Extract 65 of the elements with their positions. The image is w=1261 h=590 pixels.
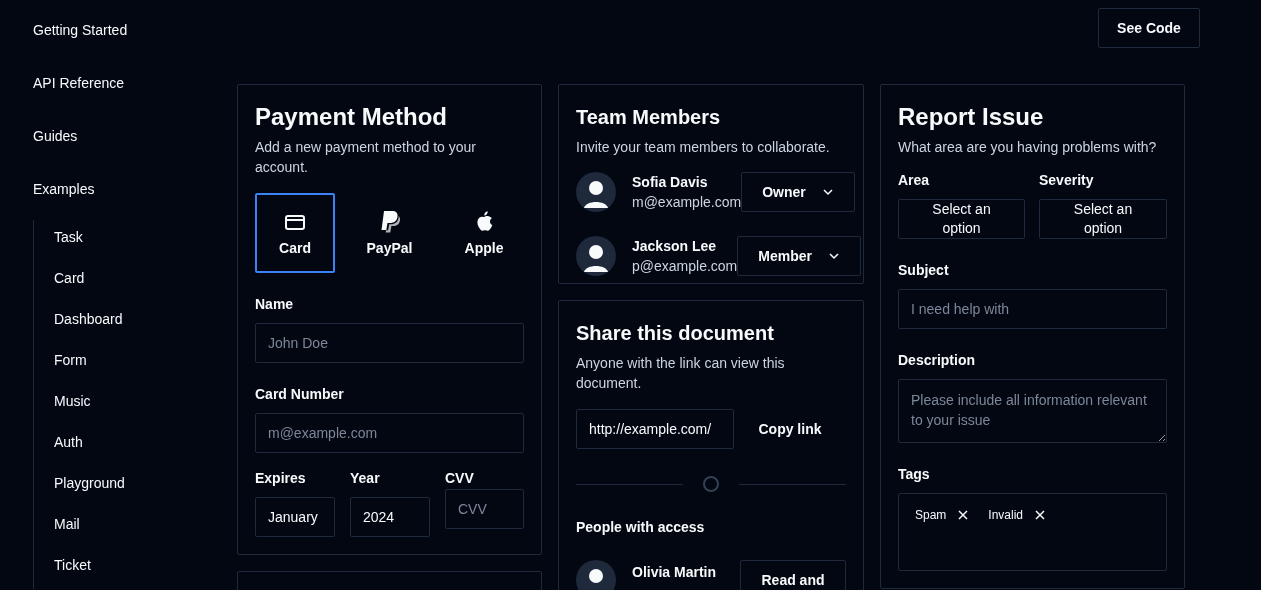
sidebar-sublink[interactable]: Playground <box>54 466 125 507</box>
chevron-down-icon <box>827 252 840 260</box>
role-dropdown[interactable]: Owner <box>741 172 855 212</box>
link-field[interactable]: http://example.com/ <box>576 409 734 449</box>
sidebar-sublink[interactable]: Ticket <box>54 548 91 589</box>
sidebar-sublink[interactable]: Dashboard <box>54 302 123 343</box>
field-label: Severity <box>1039 171 1095 189</box>
member-name: Jackson Lee <box>632 237 718 256</box>
field-label: CVV <box>445 469 475 487</box>
member-email: m@example.com <box>632 193 742 212</box>
sidebar-sublink[interactable]: Card <box>54 261 85 302</box>
year-select[interactable]: 2024 <box>350 497 430 537</box>
field-label: Tags <box>898 465 931 483</box>
payment-option[interactable]: Card <box>255 193 335 273</box>
tags-field[interactable]: Spam Invalid <box>898 493 1167 571</box>
field-label: Card Number <box>255 385 345 403</box>
person-name: Olivia Martin <box>632 563 718 582</box>
member-name: Sofia Davis <box>632 173 709 192</box>
role-dropdown[interactable]: Member <box>737 236 861 276</box>
tag-label: Spam <box>915 508 947 522</box>
field-label: Subject <box>898 261 950 279</box>
card-description: Invite your team members to collaborate. <box>576 138 831 157</box>
member-email: p@example.com <box>632 257 738 276</box>
avatar-icon <box>576 172 616 212</box>
card-title: Share this document <box>576 321 775 346</box>
access-dropdown[interactable]: Read and <box>740 560 846 590</box>
sidebar-sublink[interactable]: Task <box>54 220 83 261</box>
name-field[interactable]: John Doe <box>255 323 524 363</box>
payment-option[interactable]: Apple <box>444 193 524 273</box>
area-select[interactable]: Select an option <box>898 199 1025 239</box>
card-description: What area are you having problems with? <box>898 138 1158 157</box>
field-label: Name <box>255 295 295 313</box>
field-label: Area <box>898 171 931 189</box>
field-label: Description <box>898 351 976 369</box>
section-heading: People with access <box>576 518 706 536</box>
field-label: Expires <box>255 469 307 487</box>
sidebar-sublink[interactable]: Music <box>54 384 91 425</box>
avatar-icon <box>576 560 616 590</box>
avatar-icon <box>576 236 616 276</box>
copy-link-button[interactable]: Copy link <box>734 409 846 449</box>
sidebar-link[interactable]: Getting Started <box>33 21 128 74</box>
sidebar-sublink[interactable]: Mail <box>54 507 80 548</box>
see-code-button[interactable]: See Code <box>1098 8 1200 48</box>
card-description: Anyone with the link can view this document. <box>576 354 786 393</box>
severity-select[interactable]: Select an option <box>1039 199 1167 239</box>
card-title: Report Issue <box>898 103 1045 131</box>
card-number-field[interactable]: m@example.com <box>255 413 524 453</box>
sidebar-sublink[interactable]: Form <box>54 343 87 384</box>
card-title: Team Members <box>576 105 722 130</box>
close-icon[interactable] <box>1035 510 1046 520</box>
chevron-down-icon <box>821 188 834 196</box>
tag-label: Invalid <box>988 508 1024 522</box>
subject-field[interactable]: I need help with <box>898 289 1167 329</box>
ring-icon <box>703 476 719 492</box>
description-field[interactable]: Please include all information relevant to your issue <box>898 379 1167 443</box>
field-label: Year <box>350 469 381 487</box>
cvv-field[interactable]: CVV <box>445 489 524 529</box>
card-description: Add a new payment method to your account. <box>255 138 478 177</box>
close-icon[interactable] <box>958 510 969 520</box>
sidebar-link[interactable]: Guides <box>33 127 78 180</box>
sidebar-sublink[interactable]: Auth <box>54 425 83 466</box>
payment-option[interactable]: PayPal <box>349 193 430 273</box>
sidebar-link[interactable]: API Reference <box>33 74 125 127</box>
card-title: Payment Method <box>255 103 449 131</box>
month-select[interactable]: January <box>255 497 335 537</box>
